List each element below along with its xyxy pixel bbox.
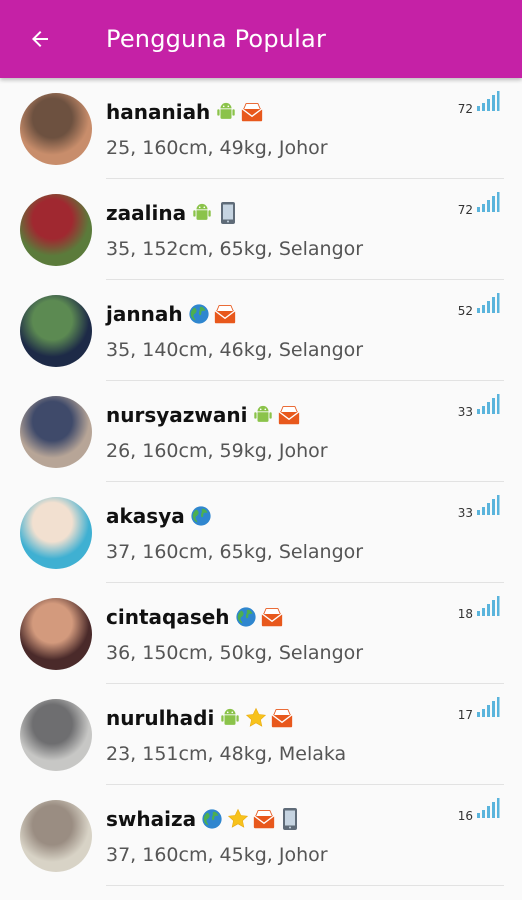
popularity-score: 72 <box>458 191 500 217</box>
avatar[interactable] <box>20 496 92 569</box>
user-row[interactable]: hananiah 25, 160cm, 49kg, Johor 72 <box>0 78 522 179</box>
mail-icon <box>278 404 301 426</box>
popularity-score: 17 <box>458 696 500 722</box>
avatar[interactable] <box>20 799 92 872</box>
globe-icon <box>188 303 210 325</box>
user-name: nursyazwani <box>106 402 248 427</box>
signal-bars-icon <box>476 494 500 520</box>
user-details: 37, 160cm, 65kg, Selangor <box>106 540 364 563</box>
user-row[interactable]: cintaqaseh 36, 150cm, 50kg, Selangor 18 <box>0 583 522 684</box>
popularity-score: 18 <box>458 595 500 621</box>
avatar[interactable] <box>20 698 92 771</box>
user-row[interactable]: akasya 37, 160cm, 65kg, Selangor 33 <box>0 482 522 583</box>
user-name: swhaiza <box>106 806 197 831</box>
star-icon <box>245 707 267 729</box>
avatar[interactable] <box>20 92 92 165</box>
signal-bars-icon <box>476 595 500 621</box>
back-arrow-icon[interactable] <box>28 27 52 51</box>
mail-icon <box>241 101 263 123</box>
signal-bars-icon <box>476 90 500 116</box>
score-value: 33 <box>457 405 473 419</box>
user-row[interactable]: zaalina 35, 152cm, 65kg, Selangor 72 <box>0 179 522 280</box>
user-row[interactable]: nurulhadi 23, 151cm, 48kg, Melaka 17 <box>0 684 522 785</box>
android-icon <box>191 202 213 224</box>
user-name: hananiah <box>106 99 211 124</box>
score-value: 17 <box>457 708 473 722</box>
avatar[interactable] <box>20 395 92 468</box>
user-row[interactable]: swhaiza 37, 160cm, 45kg, Johor 16 <box>0 785 522 886</box>
android-icon <box>252 404 274 426</box>
signal-bars-icon <box>476 797 500 823</box>
user-row[interactable]: nursyazwani 26, 160cm, 59kg, Johor 33 <box>0 381 522 482</box>
signal-bars-icon <box>476 393 500 419</box>
popularity-score: 52 <box>458 292 500 318</box>
mail-icon <box>260 606 283 628</box>
user-details: 37, 160cm, 45kg, Johor <box>106 843 328 866</box>
score-value: 52 <box>457 304 473 318</box>
user-details: 36, 150cm, 50kg, Selangor <box>106 641 364 664</box>
app-bar: Pengguna Popular <box>0 0 522 78</box>
user-list: hananiah 25, 160cm, 49kg, Johor 72 zaali… <box>0 78 522 886</box>
user-name: nurulhadi <box>106 705 215 730</box>
star-icon <box>227 808 249 830</box>
score-value: 16 <box>457 809 473 823</box>
signal-bars-icon <box>476 292 500 318</box>
avatar[interactable] <box>20 193 92 266</box>
score-value: 72 <box>457 203 473 217</box>
user-name: akasya <box>106 503 185 528</box>
popularity-score: 72 <box>458 90 500 116</box>
popularity-score: 33 <box>458 494 500 520</box>
mail-icon <box>271 707 293 729</box>
android-icon <box>219 707 241 729</box>
user-details: 35, 140cm, 46kg, Selangor <box>106 338 364 361</box>
popularity-score: 33 <box>458 393 500 419</box>
globe-icon <box>235 606 257 628</box>
user-details: 23, 151cm, 48kg, Melaka <box>106 742 347 765</box>
user-details: 25, 160cm, 49kg, Johor <box>106 136 328 159</box>
score-value: 33 <box>457 506 473 520</box>
avatar[interactable] <box>20 597 92 670</box>
user-details: 35, 152cm, 65kg, Selangor <box>106 237 364 260</box>
android-icon <box>215 101 237 123</box>
globe-icon <box>201 808 223 830</box>
avatar[interactable] <box>20 294 92 367</box>
page-title: Pengguna Popular <box>106 25 327 53</box>
signal-bars-icon <box>476 191 500 217</box>
phone-icon <box>279 807 301 830</box>
globe-icon <box>190 505 212 527</box>
user-details: 26, 160cm, 59kg, Johor <box>106 439 328 462</box>
user-name: cintaqaseh <box>106 604 230 629</box>
popularity-score: 16 <box>458 797 500 823</box>
user-row[interactable]: jannah 35, 140cm, 46kg, Selangor 52 <box>0 280 522 381</box>
mail-icon <box>253 808 275 830</box>
score-value: 18 <box>457 607 473 621</box>
mail-icon <box>214 303 236 325</box>
phone-icon <box>217 201 239 224</box>
user-name: zaalina <box>106 200 187 225</box>
signal-bars-icon <box>476 696 500 722</box>
user-name: jannah <box>106 301 183 326</box>
score-value: 72 <box>457 102 473 116</box>
